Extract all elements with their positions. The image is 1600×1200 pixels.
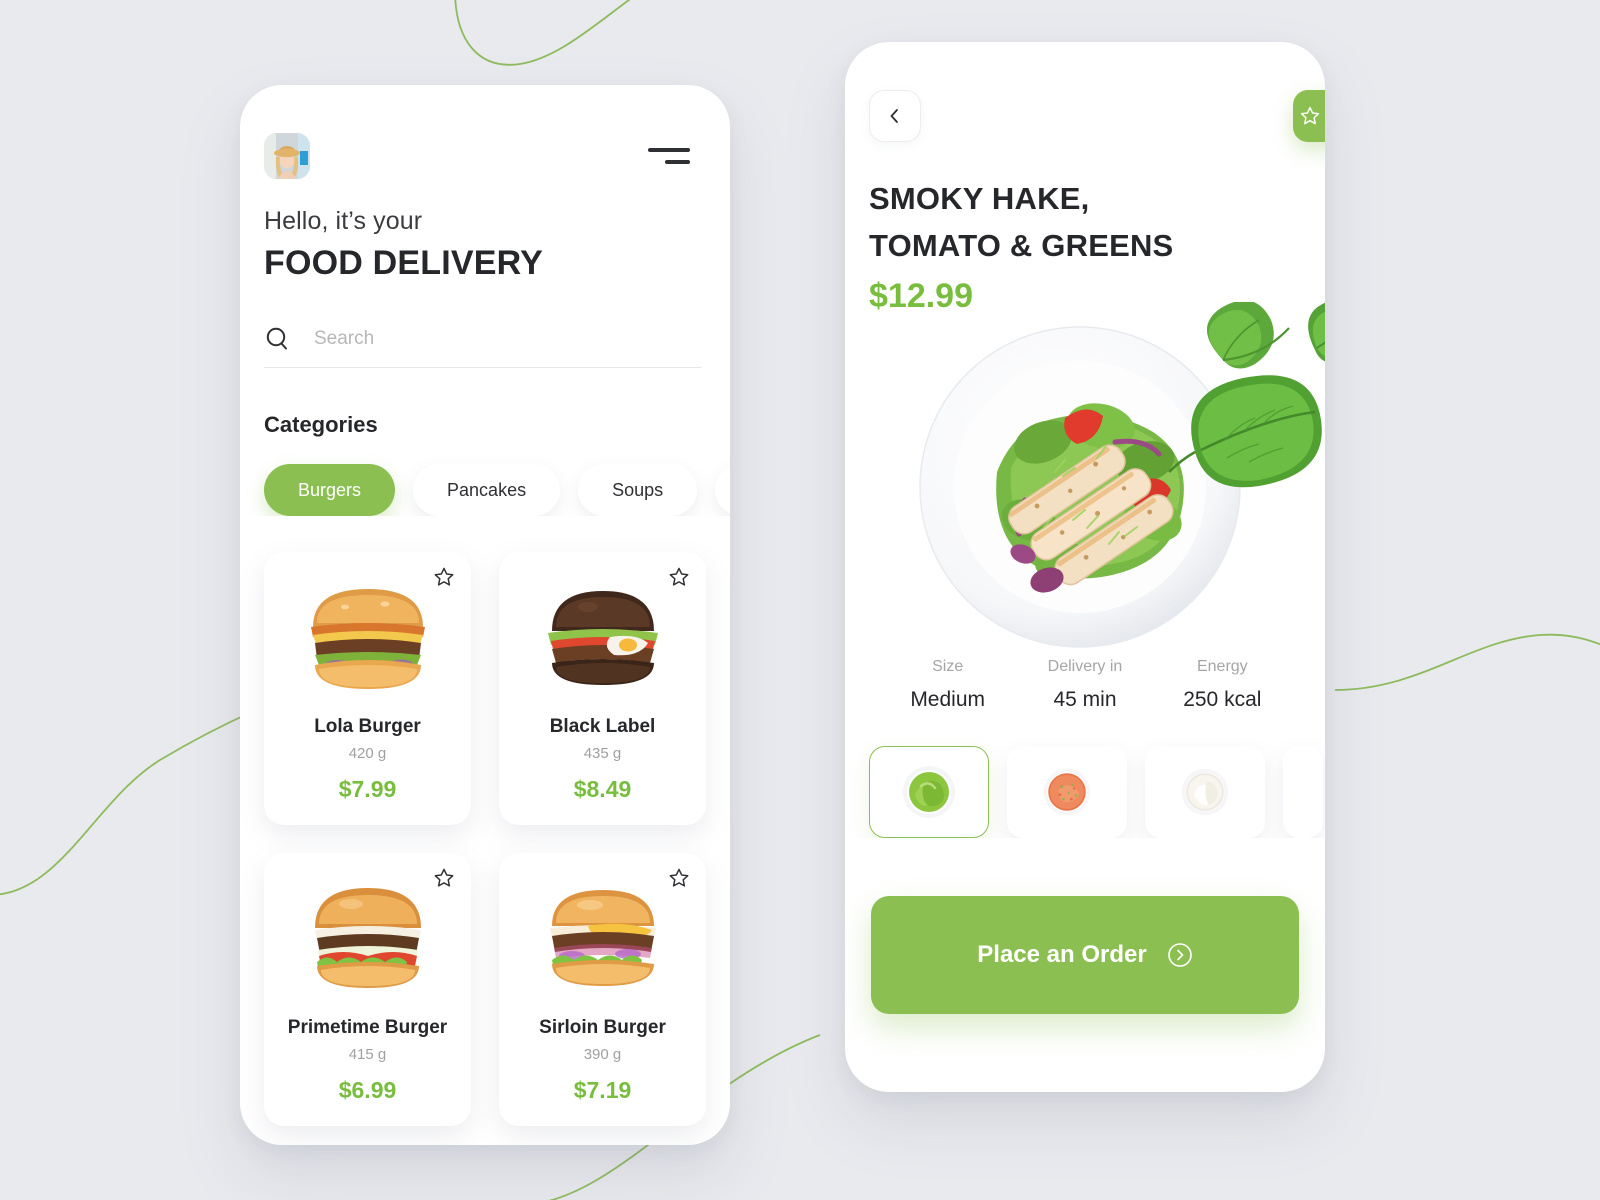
meta-value: 250 kcal bbox=[1183, 688, 1262, 711]
sauce-option-red-salsa[interactable] bbox=[1007, 746, 1127, 838]
product-image bbox=[274, 873, 461, 1003]
meta-label: Energy bbox=[1196, 658, 1248, 675]
sauce-option-partial[interactable] bbox=[1283, 746, 1323, 838]
burger-classic-cheese-icon bbox=[310, 589, 425, 689]
categories-heading: Categories bbox=[264, 412, 378, 437]
chevron-left-icon bbox=[890, 109, 898, 123]
sauce-option-list[interactable] bbox=[845, 712, 1325, 838]
sauce-option-green-pesto[interactable] bbox=[869, 746, 989, 838]
product-grid: Lola Burger 420 g $7.99 Black Label 435 … bbox=[240, 516, 730, 1126]
search-icon bbox=[266, 327, 287, 350]
star-outline-icon[interactable] bbox=[433, 867, 455, 889]
product-price: $7.99 bbox=[338, 776, 397, 802]
search-input[interactable] bbox=[314, 328, 702, 350]
star-outline-icon bbox=[1300, 106, 1320, 125]
meta-value: Medium bbox=[910, 688, 986, 711]
place-order-button[interactable]: Place an Order bbox=[871, 896, 1299, 1014]
star-outline-icon[interactable] bbox=[668, 867, 690, 889]
product-weight: 420 g bbox=[348, 745, 387, 762]
back-button[interactable] bbox=[869, 90, 921, 142]
hamburger-menu-icon[interactable] bbox=[648, 145, 690, 167]
greeting-block: Hello, it’s your FOOD DELIVERY bbox=[240, 179, 730, 283]
sauce-option-white-mayo[interactable] bbox=[1145, 746, 1265, 838]
burger-lettuce-tomato-icon bbox=[314, 888, 421, 988]
meta-label: Delivery in bbox=[1047, 658, 1123, 675]
place-order-label: Place an Order bbox=[977, 941, 1147, 968]
search-bar[interactable] bbox=[264, 325, 702, 368]
category-pill-next[interactable] bbox=[715, 464, 730, 516]
product-name: Primetime Burger bbox=[287, 1017, 448, 1038]
avatar[interactable] bbox=[264, 133, 310, 179]
product-name: Black Label bbox=[549, 716, 656, 737]
burger-sirloin-onion-icon bbox=[549, 890, 656, 986]
phone-detail-screen: SMOKY HAKE, TOMATO & GREENS $12.99 Size … bbox=[845, 42, 1325, 1092]
star-outline-icon[interactable] bbox=[433, 566, 455, 588]
category-pill-pancakes[interactable]: Pancakes bbox=[413, 464, 561, 516]
product-image bbox=[509, 873, 696, 1003]
meta-size: Size Medium bbox=[879, 658, 1016, 712]
product-image bbox=[274, 572, 461, 702]
basil-leaves-icon bbox=[1168, 302, 1325, 488]
product-price: $8.49 bbox=[573, 776, 632, 802]
product-weight: 390 g bbox=[583, 1046, 622, 1063]
product-card[interactable]: Primetime Burger 415 g $6.99 bbox=[264, 853, 471, 1126]
user-avatar-photo bbox=[264, 133, 310, 179]
home-topbar bbox=[240, 85, 730, 179]
meta-delivery: Delivery in 45 min bbox=[1016, 658, 1153, 712]
detail-topbar bbox=[845, 42, 1325, 142]
product-weight: 415 g bbox=[348, 1046, 387, 1063]
product-name: Lola Burger bbox=[314, 716, 421, 737]
product-card[interactable]: Sirloin Burger 390 g $7.19 bbox=[499, 853, 706, 1126]
burger-black-bun-icon bbox=[547, 591, 658, 685]
phone-home-screen: Hello, it’s your FOOD DELIVERY Categorie… bbox=[240, 85, 730, 1145]
category-pill-soups[interactable]: Soups bbox=[578, 464, 698, 516]
greeting-line: Hello, it’s your bbox=[264, 207, 423, 235]
product-card[interactable]: Black Label 435 g $8.49 bbox=[499, 552, 706, 825]
product-image bbox=[509, 572, 696, 702]
favorite-button[interactable] bbox=[1293, 90, 1325, 142]
product-name: Sirloin Burger bbox=[539, 1017, 666, 1038]
category-pill-list[interactable]: Burgers Pancakes Soups bbox=[240, 438, 730, 516]
meta-energy: Energy 250 kcal bbox=[1154, 658, 1291, 712]
sauce-red-salsa-icon bbox=[1043, 768, 1091, 816]
category-pill-burgers[interactable]: Burgers bbox=[264, 464, 396, 516]
dish-image-area bbox=[845, 302, 1325, 652]
product-weight: 435 g bbox=[583, 745, 622, 762]
sauce-green-pesto-icon bbox=[903, 766, 955, 818]
product-price: $6.99 bbox=[338, 1077, 397, 1103]
sauce-white-mayo-icon bbox=[1181, 768, 1229, 816]
dish-meta-row: Size Medium Delivery in 45 min Energy 25… bbox=[845, 658, 1325, 712]
meta-label: Size bbox=[932, 658, 964, 675]
product-card[interactable]: Lola Burger 420 g $7.99 bbox=[264, 552, 471, 825]
meta-value: 45 min bbox=[1053, 688, 1117, 711]
dish-title: SMOKY HAKE, TOMATO & GREENS bbox=[845, 142, 1325, 269]
dish-title-line-1: SMOKY HAKE, bbox=[869, 181, 1090, 216]
star-outline-icon[interactable] bbox=[668, 566, 690, 588]
dish-title-line-2: TOMATO & GREENS bbox=[869, 227, 1174, 263]
page-title: FOOD DELIVERY bbox=[264, 244, 544, 282]
product-price: $7.19 bbox=[573, 1077, 632, 1103]
arrow-right-circle-icon bbox=[1167, 943, 1192, 967]
